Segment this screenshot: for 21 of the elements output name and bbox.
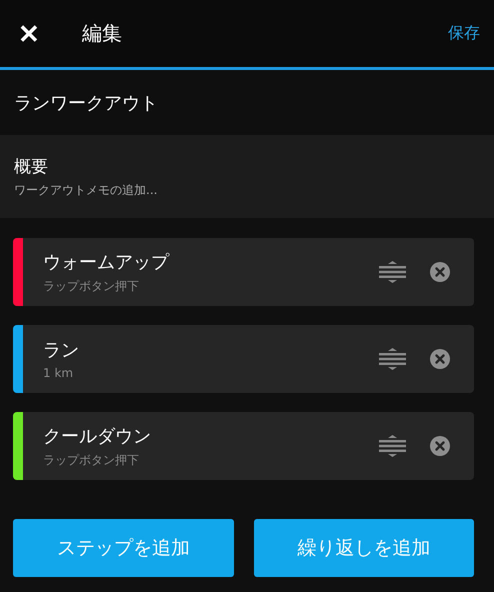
summary-field[interactable]: 概要 ワークアウトメモの追加... [0,135,494,218]
step-card[interactable]: ラン 1 km [13,325,474,393]
step-name: クールダウン [43,424,152,448]
drag-handle-icon[interactable] [379,261,406,283]
save-button[interactable]: 保存 [448,23,480,44]
summary-label: 概要 [14,156,49,178]
step-detail: ラップボタン押下 [43,452,140,468]
drag-handle-icon[interactable] [379,348,406,370]
step-detail: 1 km [43,366,74,380]
summary-placeholder: ワークアウトメモの追加... [14,182,158,198]
remove-icon[interactable] [430,262,450,282]
step-card[interactable]: クールダウン ラップボタン押下 [13,412,474,480]
step-detail: ラップボタン押下 [43,278,140,294]
drag-handle-icon[interactable] [379,435,406,457]
remove-icon[interactable] [430,436,450,456]
page-title: 編集 [82,20,122,47]
step-card[interactable]: ウォームアップ ラップボタン押下 [13,238,474,306]
step-name: ラン [43,339,80,362]
remove-icon[interactable] [430,349,450,369]
close-button[interactable]: ✕ [14,20,44,46]
step-name: ウォームアップ [43,250,170,274]
